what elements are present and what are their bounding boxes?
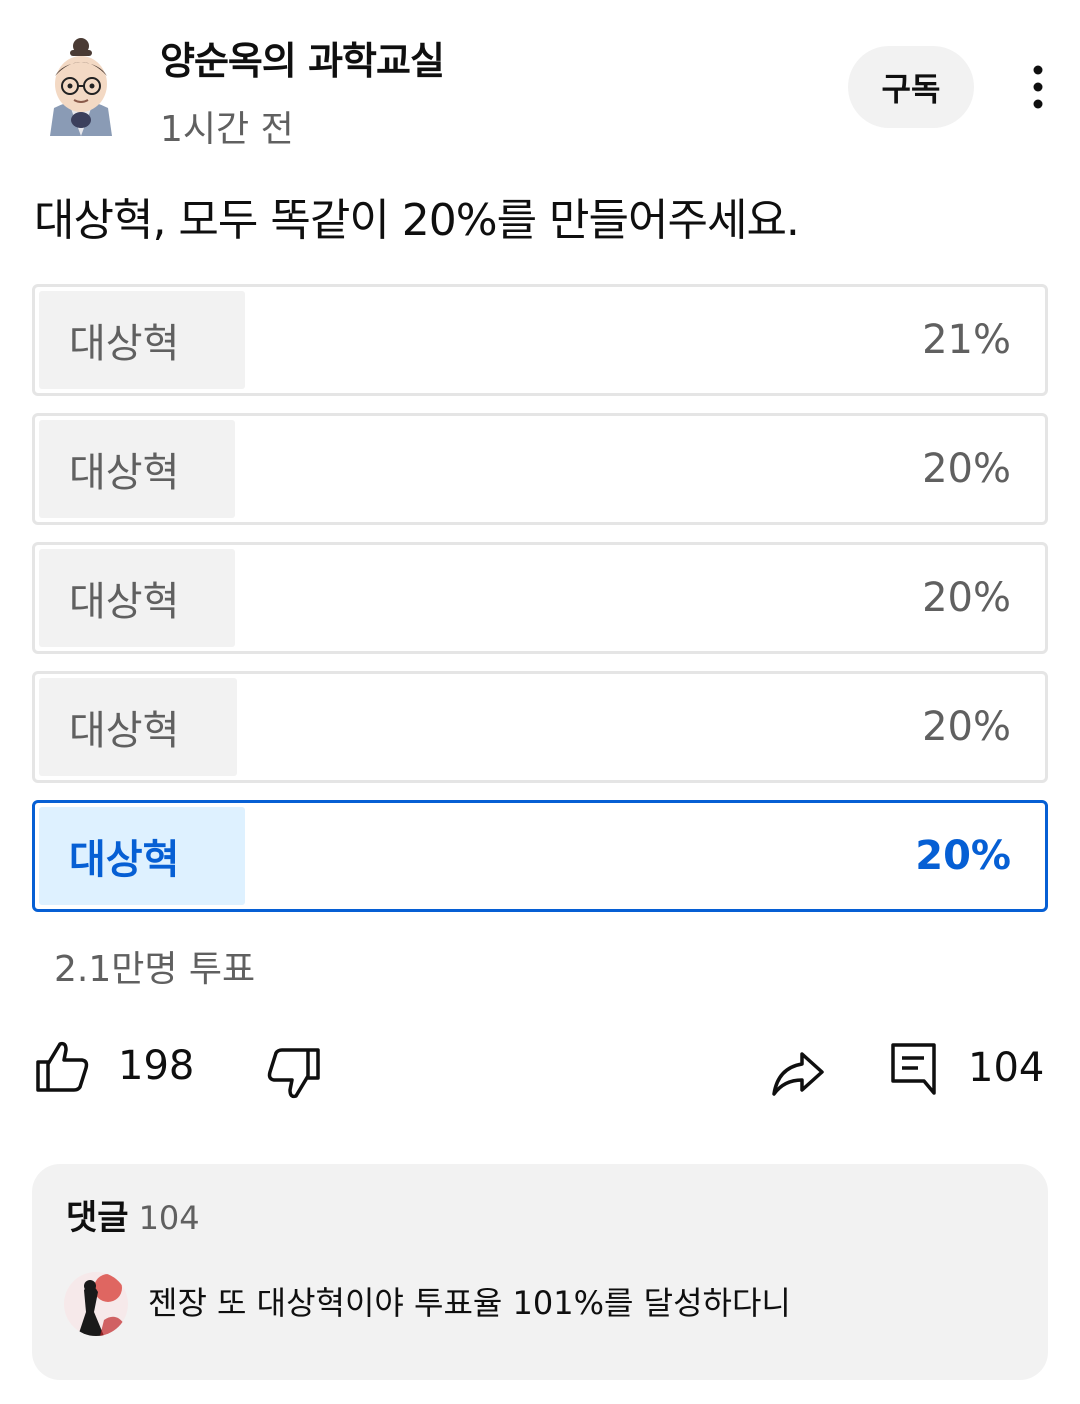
thumb-down-icon — [267, 1048, 320, 1099]
post-text: 대상혁, 모두 똑같이 20%를 만들어주세요. — [34, 195, 800, 246]
channel-name[interactable]: 양순옥의 과학교실 — [160, 30, 445, 85]
more-options-button[interactable] — [1020, 62, 1056, 112]
comments-button[interactable]: 104 — [890, 1040, 1044, 1096]
poll-option-percent: 20% — [915, 833, 1011, 879]
poll-option-percent: 21% — [922, 317, 1011, 363]
comments-header: 댓글 104 — [66, 1190, 200, 1239]
comment-count: 104 — [968, 1045, 1045, 1091]
poll-option-percent: 20% — [922, 704, 1011, 750]
poll-option-label: 대상혁 — [69, 837, 180, 883]
share-icon — [772, 1052, 824, 1096]
poll-option-4[interactable]: 대상혁 20% — [32, 671, 1048, 783]
poll-option-5[interactable]: 대상혁 20% — [32, 800, 1048, 912]
dislike-button[interactable] — [266, 1046, 322, 1102]
poll-option-label: 대상혁 — [69, 321, 180, 367]
comment-icon — [891, 1043, 936, 1095]
action-bar: 198 104 — [0, 1030, 1080, 1120]
poll-option-2[interactable]: 대상혁 20% — [32, 413, 1048, 525]
subscribe-button[interactable]: 구독 — [848, 46, 974, 128]
commenter-avatar[interactable] — [64, 1272, 128, 1336]
poll-option-percent: 20% — [922, 575, 1011, 621]
top-comment-text: 젠장 또 대상혁이야 투표율 101%를 달성하다니 — [148, 1284, 791, 1322]
comments-count: 104 — [138, 1199, 200, 1237]
channel-avatar[interactable] — [40, 36, 122, 136]
poll-option-label: 대상혁 — [69, 579, 180, 625]
like-button[interactable]: 198 — [34, 1038, 194, 1094]
poll-option-3[interactable]: 대상혁 20% — [32, 542, 1048, 654]
post-header: 양순옥의 과학교실 1시간 전 구독 — [0, 0, 1080, 160]
poll-vote-count: 2.1만명 투표 — [54, 949, 256, 990]
poll-option-label: 대상혁 — [69, 450, 180, 496]
comments-section[interactable]: 댓글 104 젠장 또 대상혁이야 투표율 101%를 달성하다니 — [32, 1164, 1048, 1380]
poll-option-label: 대상혁 — [69, 708, 180, 754]
comments-title: 댓글 — [66, 1198, 129, 1238]
post-timestamp: 1시간 전 — [160, 109, 294, 150]
poll-option-1[interactable]: 대상혁 21% — [32, 284, 1048, 396]
share-button[interactable] — [770, 1046, 826, 1102]
more-vert-icon — [1033, 65, 1043, 109]
poll-option-percent: 20% — [922, 446, 1011, 492]
thumb-up-icon — [36, 1041, 89, 1092]
like-count: 198 — [118, 1043, 195, 1089]
